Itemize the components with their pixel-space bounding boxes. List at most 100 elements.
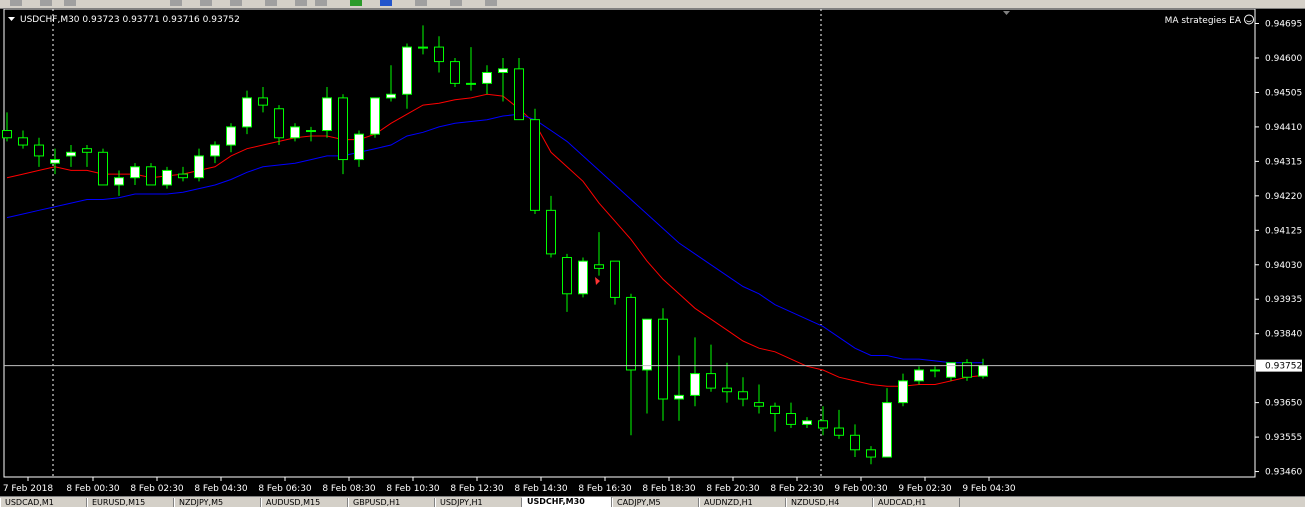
line-icon[interactable] [200, 0, 212, 6]
candle-body [738, 391, 748, 400]
candle-body [258, 97, 268, 106]
x-tick-label: 9 Feb 04:30 [962, 484, 1016, 494]
candle-body [946, 362, 956, 378]
y-tick-label: 0.93935 [1265, 295, 1302, 305]
candle-body [562, 257, 572, 295]
candle-body [482, 71, 492, 84]
candle-body [34, 144, 44, 157]
y-tick-label: 0.93555 [1265, 433, 1302, 443]
x-tick-label: 8 Feb 04:30 [194, 484, 248, 494]
candle-body [770, 405, 780, 415]
period-icon[interactable] [450, 0, 462, 6]
candle-body [786, 413, 796, 425]
candle-body [818, 420, 828, 429]
symbol-info: USDCHF,M30 0.93723 0.93771 0.93716 0.937… [20, 15, 240, 25]
x-tick-label: 8 Feb 18:30 [642, 484, 696, 494]
candle-body [898, 380, 908, 404]
x-tick-label: 9 Feb 02:30 [898, 484, 952, 494]
candle-body [370, 97, 380, 135]
y-tick-label: 0.94125 [1265, 226, 1302, 236]
x-tick-label: 8 Feb 02:30 [130, 484, 184, 494]
candle-body [690, 373, 700, 396]
candle-body [50, 159, 60, 164]
candle-body [706, 373, 716, 389]
candle-body [210, 144, 220, 157]
add-indicator-icon[interactable] [350, 0, 362, 6]
x-tick-label: 8 Feb 16:30 [578, 484, 632, 494]
candle-body [386, 93, 396, 99]
candle-body [178, 173, 188, 179]
candle-body [722, 387, 732, 393]
candle-body [850, 434, 860, 451]
y-tick-label: 0.94410 [1265, 123, 1302, 133]
x-tick-label: 8 Feb 14:30 [514, 484, 568, 494]
candle-body [2, 130, 12, 139]
candle-body [642, 318, 652, 371]
y-tick-label: 0.94220 [1265, 192, 1302, 202]
x-tick-label: 8 Feb 22:30 [770, 484, 824, 494]
candle-body [338, 97, 348, 161]
y-tick-label: 0.94505 [1265, 88, 1302, 98]
main-toolbar [0, 0, 1305, 9]
x-tick-label: 8 Feb 00:30 [66, 484, 120, 494]
zoom-out-icon[interactable] [315, 0, 327, 6]
candle-body [434, 46, 444, 63]
x-tick-label: 8 Feb 06:30 [258, 484, 312, 494]
x-tick-label: 8 Feb 10:30 [386, 484, 440, 494]
ea-label: MA strategies EA [1165, 16, 1242, 26]
candle-body [882, 402, 892, 458]
chart-window[interactable]: 0.94695 0.94600 0.94505 0.94410 0.94315 0.942… [0, 9, 1305, 496]
candle-body [754, 402, 764, 407]
candle-body [658, 318, 668, 400]
refresh-icon[interactable] [380, 0, 392, 6]
candle-body [162, 169, 172, 186]
x-tick-label: 9 Feb 00:30 [834, 484, 888, 494]
candle-body [66, 151, 76, 157]
candle-body [130, 166, 140, 179]
candle-body [354, 133, 364, 161]
open-icon[interactable] [10, 0, 22, 6]
candle-body [146, 166, 156, 186]
candle-body [514, 68, 524, 121]
candle-body [194, 155, 204, 179]
candle-body [626, 296, 636, 371]
candle-body [98, 151, 108, 186]
pencil-icon[interactable] [230, 0, 242, 6]
candle-body [962, 362, 972, 378]
candle-body [866, 449, 876, 458]
candle-body [834, 427, 844, 436]
candle-body [114, 177, 124, 186]
price-chart[interactable]: 0.94695 0.94600 0.94505 0.94410 0.94315 0.942… [0, 9, 1305, 496]
candle-body [402, 46, 412, 95]
y-tick-label: 0.93460 [1265, 468, 1302, 478]
candle-body [450, 61, 460, 84]
y-tick-label: 0.94600 [1265, 54, 1302, 64]
candle-body [674, 394, 684, 400]
x-tick-label: 8 Feb 12:30 [450, 484, 504, 494]
chart-icon[interactable] [64, 0, 76, 6]
candle-body [226, 126, 236, 146]
candle-body [546, 209, 556, 255]
new-icon[interactable] [40, 0, 52, 6]
candle-body [610, 260, 620, 298]
zoom-in-icon[interactable] [295, 0, 307, 6]
candle-body [82, 148, 92, 153]
candle-body [306, 130, 316, 133]
candle-body [322, 97, 332, 132]
y-tick-label: 0.94315 [1265, 157, 1302, 167]
dropdown-icon[interactable] [485, 0, 497, 6]
chart-tab-bar: USDCAD,M1 EURUSD,M15 NZDJPY,M5 AUDUSD,M15 GB… [0, 496, 1305, 507]
candle-body [418, 46, 428, 49]
candle-body [466, 82, 476, 85]
template-icon[interactable] [415, 0, 427, 6]
text-icon[interactable] [265, 0, 277, 6]
candle-body [18, 137, 28, 146]
y-tick-label: 0.94030 [1265, 261, 1302, 271]
candle-body [802, 420, 812, 425]
candle-body [914, 369, 924, 382]
cursor-icon[interactable] [170, 0, 182, 6]
candle-body [978, 365, 988, 377]
candle-body [498, 68, 508, 73]
current-price-label: 0.93752 [1265, 362, 1302, 372]
x-tick-label: 8 Feb 08:30 [322, 484, 376, 494]
